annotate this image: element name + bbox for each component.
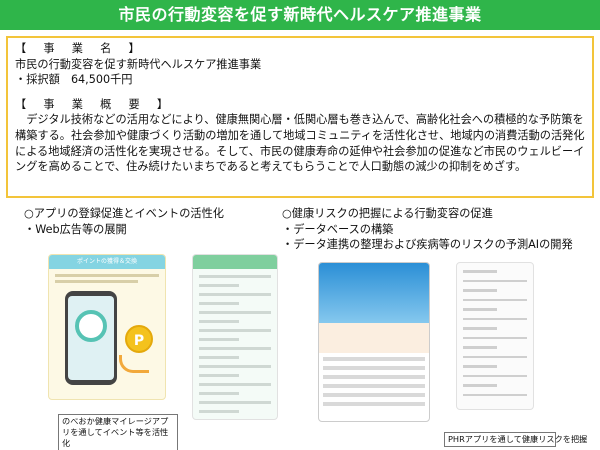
- page-title-banner: 市民の行動変容を促す新時代ヘルスケア推進事業: [0, 0, 600, 30]
- app-promotion-heading: ○アプリの登録促進とイベントの活性化: [24, 207, 224, 220]
- project-info-box: 【 事 業 名 】 市民の行動変容を促す新時代ヘルスケア推進事業 ・採択額 64…: [6, 36, 594, 198]
- health-risk-heading: ○健康リスクの把握による行動変容の促進: [282, 207, 493, 220]
- web-ads-item: ・Web広告等の展開: [24, 222, 127, 236]
- project-name-heading: 【 事 業 名 】: [15, 42, 143, 55]
- right-column-text: ○健康リスクの把握による行動変容の促進 ・データベースの構築 ・データ連携の整理…: [282, 206, 597, 253]
- curved-arrow-icon: [119, 355, 149, 373]
- left-column-text: ○アプリの登録促進とイベントの活性化 ・Web広告等の展開: [24, 206, 284, 237]
- database-item: ・データベースの構築: [282, 222, 394, 236]
- points-description-placeholder: [49, 269, 165, 288]
- step-dial-icon: [75, 310, 107, 342]
- event-list-header: [193, 255, 277, 269]
- project-summary-heading: 【 事 業 概 要 】: [15, 97, 172, 111]
- event-list-app-image: [192, 254, 278, 420]
- project-summary-text: デジタル技術などの活用などにより、健康無関心層・低関心層も巻き込んで、高齢化社会…: [15, 113, 585, 174]
- point-coin-icon: P: [125, 325, 153, 353]
- ai-development-item: ・データ連携の整理および疾病等のリスクの予測AIの開発: [282, 238, 573, 251]
- project-name-value: 市民の行動変容を促す新時代ヘルスケア推進事業: [15, 57, 262, 71]
- mileage-app-image: ポイントの獲得＆交換 P: [48, 254, 166, 400]
- grant-amount: ・採択額 64,500千円: [15, 73, 133, 87]
- event-poster-image: [318, 262, 430, 422]
- phone-illustration: [65, 291, 117, 385]
- phr-app-caption: PHRアプリを通して健康リスクを把握: [444, 432, 587, 447]
- mileage-app-caption: のべおか健康マイレージアプリを通してイベント等を活性化: [58, 414, 178, 450]
- poster-banner: [319, 263, 429, 323]
- points-header: ポイントの獲得＆交換: [49, 255, 165, 269]
- phr-app-image: [456, 262, 534, 410]
